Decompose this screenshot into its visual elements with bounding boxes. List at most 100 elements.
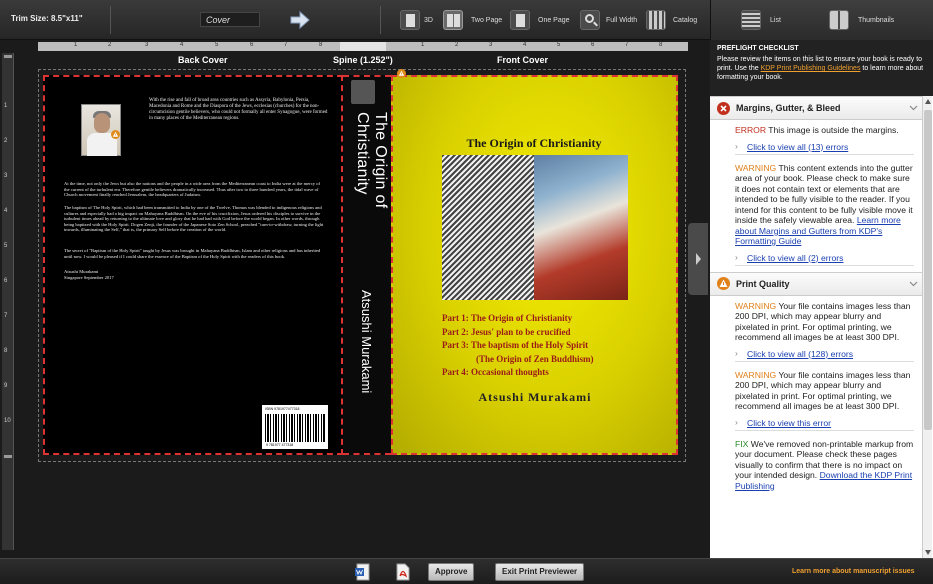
- section-print-quality-header[interactable]: Print Quality: [710, 271, 922, 296]
- front-cover-label: Front Cover: [497, 55, 549, 65]
- ruler-tick: 7: [284, 42, 288, 48]
- ruler-tick: 4: [4, 208, 8, 214]
- ruler-tick: 3: [489, 42, 493, 48]
- approve-button[interactable]: Approve: [428, 563, 475, 581]
- go-arrow-icon[interactable]: [289, 10, 311, 30]
- back-cover-signature-place: Singapore September 2017: [64, 275, 114, 280]
- ruler-marker: [4, 55, 12, 58]
- horizontal-ruler: 1 2 3 4 5 6 7 8 1 2 3 4 5 6 7 8: [38, 42, 688, 51]
- scroll-down-icon[interactable]: [925, 550, 931, 555]
- cover-engraving: [442, 155, 534, 300]
- error-item: ERROR This image is outside the margins.: [710, 120, 922, 136]
- ruler-tick: 8: [319, 42, 323, 48]
- thumbnails-icon: [829, 10, 849, 30]
- section-print-quality-title: Print Quality: [736, 278, 790, 289]
- back-cover-paragraph: The secret of "Baptism of the Holy Spiri…: [64, 248, 321, 259]
- guidelines-link[interactable]: KDP Print Publishing Guidelines: [761, 65, 861, 72]
- page-select-input[interactable]: [200, 12, 260, 27]
- toolbar-divider: [380, 6, 381, 34]
- trim-size-label: Trim Size: 8.5"x11": [11, 14, 83, 23]
- magnifier-icon: [580, 10, 600, 30]
- view-full-width-label: Full Width: [606, 16, 638, 24]
- fix-item: FIX We've removed non-printable markup f…: [710, 431, 922, 492]
- panel-view-switcher: List Thumbnails: [710, 0, 933, 40]
- list-icon: [741, 10, 761, 30]
- ruler-tick: 8: [659, 42, 663, 48]
- ruler-tick: 5: [4, 243, 8, 249]
- view-catalog-button[interactable]: Catalog: [646, 8, 697, 32]
- cover-part: Part 3: The baptism of the Holy Spirit: [442, 340, 589, 350]
- list-view-button[interactable]: List: [741, 8, 781, 32]
- warning-item: WARNING Your file contains images less t…: [710, 362, 922, 412]
- view-3d-button[interactable]: 3D: [400, 8, 433, 32]
- barcode-bars: [265, 414, 325, 442]
- ruler-tick: 10: [4, 418, 11, 424]
- ruler-spine-shade: [340, 42, 386, 51]
- thumbnails-view-button[interactable]: Thumbnails: [829, 8, 894, 32]
- ruler-tick: 3: [4, 173, 8, 179]
- warning-label: WARNING: [735, 300, 777, 311]
- chevron-down-icon[interactable]: [909, 279, 918, 288]
- panel-scrollbar[interactable]: [922, 96, 932, 558]
- back-cover-label: Back Cover: [178, 55, 228, 65]
- ruler-tick: 2: [108, 42, 112, 48]
- ruler-tick: 4: [523, 42, 527, 48]
- grid-icon: [646, 10, 666, 30]
- spine-title: The Origin of Christianity: [354, 112, 389, 209]
- view-catalog-label: Catalog: [673, 16, 698, 24]
- warning-label: WARNING: [735, 162, 777, 173]
- preflight-list: Margins, Gutter, & Bleed ERROR This imag…: [710, 96, 922, 558]
- view-two-page-button[interactable]: Two Page: [443, 8, 502, 32]
- two-page-icon: [443, 10, 463, 30]
- isbn-barcode[interactable]: ISBN 9781977477318 9 781977 477318: [262, 405, 328, 449]
- view-one-page-button[interactable]: One Page: [510, 8, 570, 32]
- preflight-title: PREFLIGHT CHECKLIST: [717, 45, 799, 52]
- cover-author: Atsushi Murakami: [478, 390, 592, 404]
- warning-item: WARNING Your file contains images less t…: [710, 296, 922, 343]
- preflight-panel: PREFLIGHT CHECKLIST Please review the it…: [710, 40, 933, 558]
- view-errors-link[interactable]: Click to view all (128) errors: [735, 348, 914, 362]
- toolbar-divider: [110, 6, 111, 34]
- ruler-tick: 6: [4, 278, 8, 284]
- publisher-logo[interactable]: [351, 80, 375, 104]
- one-page-icon: [510, 10, 530, 30]
- ruler-marker: [4, 455, 12, 458]
- word-document-icon[interactable]: [355, 563, 371, 581]
- scrollbar-thumb[interactable]: [924, 110, 932, 430]
- error-x-icon: [717, 101, 730, 115]
- list-view-label: List: [770, 16, 781, 24]
- ruler-tick: 6: [250, 42, 254, 48]
- preflight-header: PREFLIGHT CHECKLIST Please review the it…: [710, 40, 933, 96]
- spine-label: Spine (1.252"): [333, 55, 393, 65]
- view-full-width-button[interactable]: Full Width: [580, 8, 637, 32]
- view-two-page-label: Two Page: [471, 16, 503, 24]
- bottom-bar: Approve Exit Print Previewer Learn more …: [0, 558, 933, 584]
- exit-print-previewer-button[interactable]: Exit Print Previewer: [495, 563, 585, 581]
- warning-marker-icon[interactable]: [111, 130, 120, 139]
- error-text: This image is outside the margins.: [766, 125, 899, 135]
- warning-icon: [717, 277, 730, 290]
- photo-face: [94, 113, 110, 133]
- collapse-panel-button[interactable]: [688, 223, 708, 295]
- view-errors-link[interactable]: Click to view all (2) errors: [735, 252, 914, 266]
- vertical-ruler: 1 2 3 4 5 6 7 8 9 10: [2, 53, 14, 550]
- back-cover-paragraph: At the time, not only the Jews but also …: [64, 181, 321, 197]
- ruler-tick: 4: [180, 42, 184, 48]
- cover-illustration[interactable]: [442, 155, 628, 300]
- learn-more-link[interactable]: Learn more about manuscript issues: [792, 568, 915, 575]
- pdf-icon[interactable]: [396, 563, 410, 581]
- ruler-tick: 7: [4, 313, 8, 319]
- ruler-tick: 1: [4, 103, 8, 109]
- section-margins-header[interactable]: Margins, Gutter, & Bleed: [710, 96, 922, 120]
- section-margins-title: Margins, Gutter, & Bleed: [736, 103, 841, 113]
- scroll-up-icon[interactable]: [925, 99, 931, 104]
- chevron-down-icon[interactable]: [909, 103, 918, 112]
- view-error-link[interactable]: Click to view this error: [735, 417, 914, 431]
- view-3d-label: 3D: [424, 16, 433, 24]
- cover-part: (The Origin of Zen Buddhism): [476, 353, 594, 364]
- cover-title: The Origin of Christianity: [466, 136, 602, 150]
- warning-marker-icon[interactable]: [397, 69, 406, 78]
- spine-author: Atsushi Murakami: [359, 290, 374, 394]
- view-errors-link[interactable]: Click to view all (13) errors: [735, 141, 914, 155]
- cover-painting: [534, 155, 628, 300]
